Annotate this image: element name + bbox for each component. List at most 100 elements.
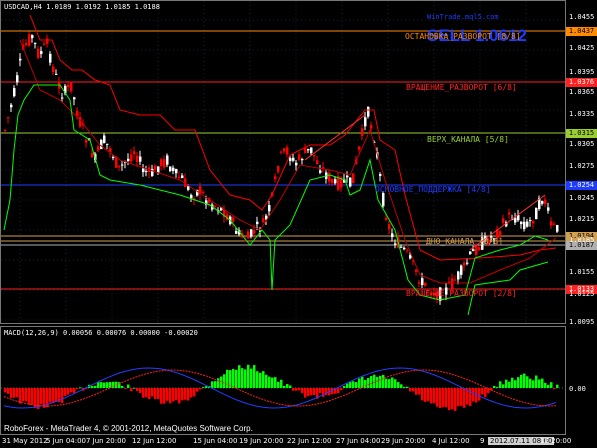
candle-body <box>247 231 250 239</box>
macd-bar <box>142 388 145 398</box>
candle-body <box>25 43 28 46</box>
candle-body <box>187 186 190 190</box>
macd-bar <box>100 382 103 388</box>
macd-bar <box>493 385 496 388</box>
macd-bar <box>553 388 556 389</box>
price-tag-6-8: 1.0376 <box>566 78 597 87</box>
candle-body <box>61 97 64 99</box>
candle-body <box>250 229 253 237</box>
macd-bar <box>391 377 394 388</box>
candle-body <box>43 43 46 45</box>
macd-bar <box>514 380 517 388</box>
candle-body <box>166 155 169 165</box>
price-axis-label: 1.0425 <box>569 44 595 52</box>
macd-bar <box>307 388 310 396</box>
macd-panel-border <box>0 326 566 435</box>
macd-bar <box>193 388 196 397</box>
level-label-3-8: ДНО_КАНАЛА [3/8] <box>426 237 504 246</box>
candle-body <box>400 246 403 248</box>
macd-bar <box>379 375 382 388</box>
time-axis-label: 29 Jun 20:00 <box>381 437 426 445</box>
candle-body <box>136 155 139 162</box>
price-axis-label: 1.0155 <box>569 268 595 276</box>
price-axis-label: 1.0095 <box>569 318 595 326</box>
candle-body <box>529 219 532 222</box>
time-axis-label: 15 Jun 04:00 <box>193 437 238 445</box>
macd-bar <box>214 381 217 388</box>
macd-bar <box>517 377 520 388</box>
candle-body <box>28 34 31 46</box>
macd-bar <box>367 377 370 388</box>
time-axis-label: 12 20:00 <box>540 437 572 445</box>
candle-body <box>103 135 106 143</box>
candle-body <box>73 97 76 100</box>
macd-bar <box>22 388 25 402</box>
candle-body <box>253 230 256 234</box>
candle-body <box>292 157 295 161</box>
macd-bar <box>163 388 166 404</box>
macd-bar <box>385 378 388 388</box>
candle-body <box>406 250 409 252</box>
candle-body <box>358 146 361 150</box>
time-axis-label: 31 May 2012 <box>2 437 48 445</box>
price-axis-label: 1.0125 <box>569 290 595 298</box>
macd-bar <box>469 388 472 406</box>
price-axis-label: 1.0185 <box>569 236 595 244</box>
macd-bar <box>535 375 538 388</box>
macd-bar <box>364 380 367 388</box>
candle-body <box>214 205 217 207</box>
candle-body <box>37 48 40 58</box>
candle-body <box>169 166 172 172</box>
candle-body <box>388 224 391 230</box>
macd-bar <box>355 382 358 388</box>
macd-bar <box>202 387 205 389</box>
candle-body <box>127 158 130 162</box>
price-tag-4-8: 1.0254 <box>566 181 597 190</box>
macd-bar <box>499 381 502 388</box>
candle-body <box>133 151 136 155</box>
macd-bar <box>250 368 253 388</box>
candle-body <box>328 172 331 182</box>
macd-bar <box>376 377 379 388</box>
macd-bar <box>64 388 67 396</box>
candle-body <box>349 177 352 187</box>
macd-bar <box>370 375 373 388</box>
macd-bar <box>190 388 193 398</box>
candle-body <box>499 231 502 235</box>
candle-body <box>49 53 52 63</box>
macd-bar <box>340 388 343 391</box>
macd-bar <box>256 371 259 388</box>
macd-bar <box>235 369 238 388</box>
candle-body <box>382 193 385 207</box>
candle-body <box>7 117 10 119</box>
candle-body <box>154 165 157 171</box>
macd-bar <box>433 388 436 404</box>
macd-bar <box>127 384 130 388</box>
candle-body <box>142 168 145 173</box>
macd-bar <box>418 388 421 395</box>
macd-bar <box>505 379 508 388</box>
macd-bar <box>19 388 22 404</box>
macd-bar <box>244 369 247 388</box>
macd-bar <box>436 388 439 407</box>
candle-body <box>424 282 427 287</box>
macd-bar <box>169 388 172 404</box>
chart-title: USDCAD,H4 1.0189 1.0192 1.0185 1.0188 <box>4 3 160 11</box>
macd-bar <box>232 368 235 388</box>
time-axis-label: 4 Jul 12:00 <box>432 437 470 445</box>
candle-body <box>31 35 34 39</box>
macd-bar <box>184 388 187 400</box>
candle-body <box>97 146 100 151</box>
candle-body <box>112 156 115 159</box>
candle-body <box>286 147 289 155</box>
macd-bar <box>148 388 151 400</box>
chart-canvas[interactable] <box>0 0 597 448</box>
macd-bar <box>394 379 397 388</box>
macd-bar <box>160 388 163 404</box>
macd-bar <box>472 388 475 402</box>
macd-bar <box>154 388 157 400</box>
macd-bar <box>124 388 127 389</box>
macd-bar <box>358 378 361 388</box>
macd-bar <box>400 384 403 388</box>
macd-bar <box>271 377 274 388</box>
